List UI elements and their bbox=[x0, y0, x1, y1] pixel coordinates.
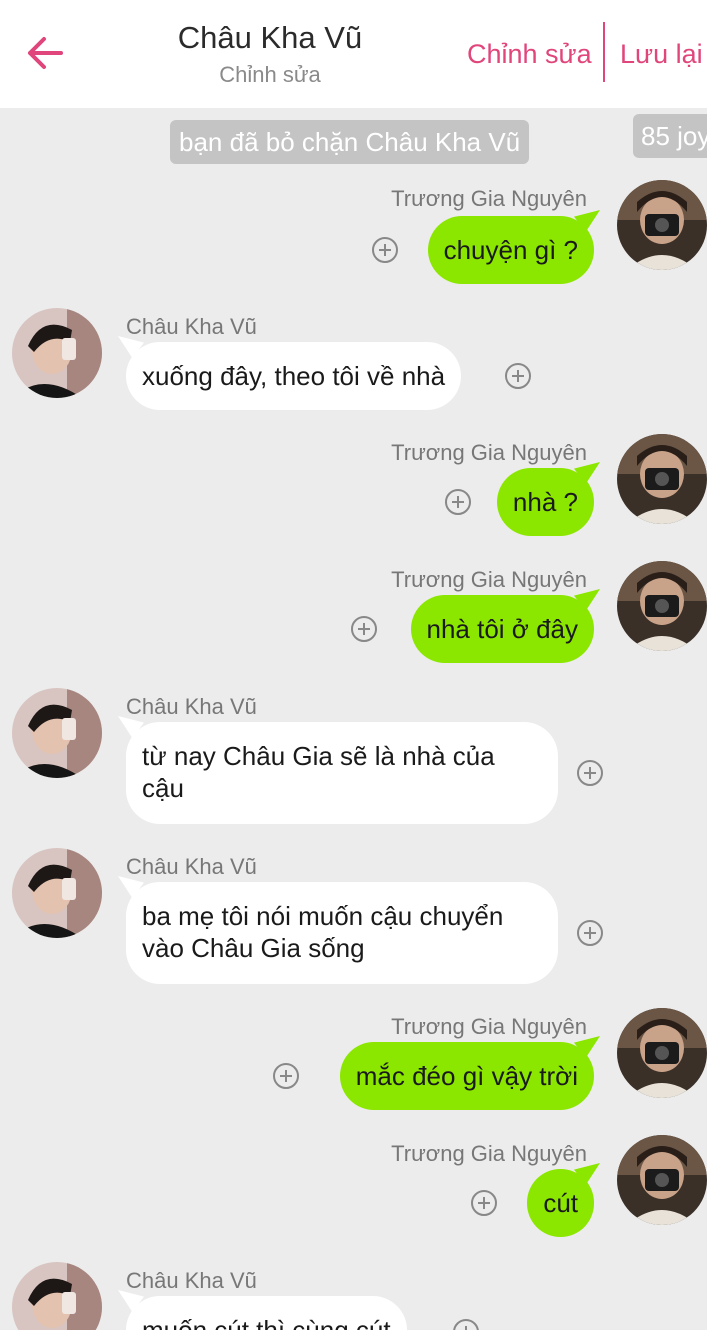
page-title: Châu Kha Vũ bbox=[177, 20, 363, 55]
add-reaction-icon[interactable] bbox=[371, 236, 399, 264]
sender-name: Châu Kha Vũ bbox=[126, 1268, 257, 1293]
back-button[interactable] bbox=[22, 30, 68, 76]
message-bubble[interactable]: từ nay Châu Gia sẽ là nhà của cậu bbox=[126, 722, 558, 824]
avatar[interactable] bbox=[617, 180, 707, 270]
message-bubble[interactable]: mắc đéo gì vậy trời bbox=[339, 1042, 594, 1110]
message-bubble[interactable]: nhà tôi ở đây bbox=[410, 595, 594, 663]
title-block: Châu Kha Vũ Chỉnh sửa bbox=[120, 18, 420, 92]
system-notice: bạn đã bỏ chặn Châu Kha Vũ bbox=[170, 120, 530, 164]
message-bubble[interactable]: xuống đây, theo tôi về nhà bbox=[126, 342, 462, 410]
avatar[interactable] bbox=[617, 434, 707, 524]
add-reaction-icon[interactable] bbox=[576, 919, 604, 947]
chat-area[interactable]: bạn đã bỏ chặn Châu Kha Vũ 85 joy Trương… bbox=[0, 108, 707, 1330]
add-reaction-icon[interactable] bbox=[272, 1062, 300, 1090]
page-subtitle: Chỉnh sửa bbox=[219, 62, 321, 87]
avatar[interactable] bbox=[12, 308, 102, 398]
avatar[interactable] bbox=[12, 688, 102, 778]
save-button[interactable]: Lưu lại bbox=[620, 34, 703, 74]
sender-name: Châu Kha Vũ bbox=[126, 694, 257, 719]
add-reaction-icon[interactable] bbox=[576, 759, 604, 787]
sender-name: Châu Kha Vũ bbox=[126, 314, 257, 339]
sender-name: Trương Gia Nguyên bbox=[391, 1141, 587, 1166]
message-bubble[interactable]: chuyện gì ? bbox=[427, 216, 594, 284]
message-bubble[interactable]: ba mẹ tôi nói muốn cậu chuyển vào Châu G… bbox=[126, 882, 558, 984]
message-bubble[interactable]: cút bbox=[527, 1169, 594, 1237]
sender-name: Trương Gia Nguyên bbox=[391, 1014, 587, 1039]
header-bar: Châu Kha Vũ Chỉnh sửa Chỉnh sửa Lưu lại bbox=[0, 0, 707, 108]
watermark: 85 joy bbox=[633, 114, 707, 158]
avatar[interactable] bbox=[617, 561, 707, 651]
sender-name: Trương Gia Nguyên bbox=[391, 440, 587, 465]
message-bubble[interactable]: muốn cút thì cùng cút bbox=[126, 1296, 407, 1330]
message-bubble[interactable]: nhà ? bbox=[496, 468, 594, 536]
sender-name: Trương Gia Nguyên bbox=[391, 567, 587, 592]
header-divider bbox=[603, 22, 605, 82]
sender-name: Châu Kha Vũ bbox=[126, 854, 257, 879]
avatar[interactable] bbox=[12, 848, 102, 938]
add-reaction-icon[interactable] bbox=[452, 1318, 480, 1330]
add-reaction-icon[interactable] bbox=[504, 362, 532, 390]
add-reaction-icon[interactable] bbox=[350, 615, 378, 643]
avatar[interactable] bbox=[617, 1008, 707, 1098]
avatar[interactable] bbox=[617, 1135, 707, 1225]
chat-screen: Châu Kha Vũ Chỉnh sửa Chỉnh sửa Lưu lại … bbox=[0, 0, 707, 1330]
avatar[interactable] bbox=[12, 1262, 102, 1330]
arrow-left-icon bbox=[28, 37, 63, 69]
add-reaction-icon[interactable] bbox=[470, 1189, 498, 1217]
sender-name: Trương Gia Nguyên bbox=[391, 186, 587, 211]
add-reaction-icon[interactable] bbox=[444, 488, 472, 516]
edit-button[interactable]: Chỉnh sửa bbox=[467, 34, 592, 74]
